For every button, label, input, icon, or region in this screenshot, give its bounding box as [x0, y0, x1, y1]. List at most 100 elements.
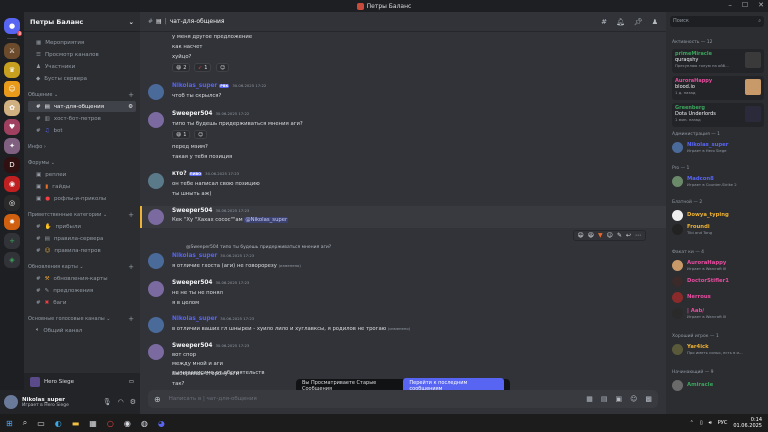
channel-rules-petrov[interactable]: # ☺ правила-петров: [28, 245, 136, 256]
message-author[interactable]: кто? ПИВО 30.06.2025 17:23: [172, 171, 239, 177]
channel-arrivals[interactable]: # ✋ прибыли: [28, 221, 136, 232]
reply-preview[interactable]: @Sweeper504 типо ты будешь придерживатьс…: [186, 245, 331, 250]
close-icon[interactable]: ✕: [758, 1, 764, 9]
server-icon[interactable]: ✿: [4, 100, 20, 116]
activity-card[interactable]: AuroraHappy blood.io 1 д. назад: [672, 76, 764, 100]
channel-bot[interactable]: # ♫ bot: [28, 125, 136, 136]
channel-map-updates[interactable]: # ⚒ обновления-карты: [28, 273, 136, 284]
server-icon[interactable]: ♛: [4, 62, 20, 78]
explorer-icon[interactable]: ▬: [72, 419, 80, 428]
more-icon[interactable]: ⋯: [635, 232, 641, 239]
message-author[interactable]: Sweeper504 30.06.2025 17:22: [172, 111, 249, 117]
member[interactable]: Froundi Tibi and Tong: [672, 222, 766, 236]
discover-icon[interactable]: ◈: [4, 252, 20, 268]
server-icon[interactable]: ♥: [4, 119, 20, 135]
avatar[interactable]: [148, 173, 164, 189]
activity-panel[interactable]: Hero Siege ▭: [24, 373, 140, 390]
reaction[interactable]: ➶ 1: [194, 63, 212, 72]
pin-icon[interactable]: 📌︎: [634, 18, 643, 26]
opera-icon[interactable]: ○: [107, 419, 114, 428]
volume-icon[interactable]: 🔊︎: [709, 420, 712, 426]
discord-icon[interactable]: ◕: [158, 419, 165, 428]
headphones-icon[interactable]: ◠: [118, 398, 124, 406]
threads-icon[interactable]: #: [601, 18, 607, 26]
reaction[interactable]: 😄︎ 1: [172, 130, 191, 139]
avatar[interactable]: [4, 395, 18, 409]
message-author[interactable]: Nikolas_super 30.06.2025 17:23: [172, 316, 254, 322]
category-private[interactable]: Приветственные категории ⌄ +: [24, 209, 140, 220]
category-info[interactable]: Инфо ›: [24, 141, 140, 152]
members-icon[interactable]: ♟: [652, 18, 658, 26]
search-icon[interactable]: ⌕: [23, 418, 27, 428]
channel-host-bot[interactable]: # ▥ хост-бот-петров: [28, 113, 136, 124]
avatar[interactable]: [148, 84, 164, 100]
member[interactable]: Madcon8 Играет в Counter-Strike 2: [672, 174, 766, 188]
member[interactable]: AuroraHappy Играет в Warcraft III: [672, 258, 766, 272]
add-reaction-button[interactable]: ☺: [194, 130, 208, 139]
sticker-icon[interactable]: ▣: [615, 395, 622, 403]
guild-header[interactable]: Петры Баланс ⌄: [24, 12, 140, 32]
language-indicator[interactable]: РУС: [718, 420, 728, 426]
network-icon[interactable]: ▯: [700, 420, 703, 426]
member[interactable]: Nerrous: [672, 290, 766, 304]
add-reaction-button[interactable]: ☺: [216, 63, 230, 72]
emoji-icon[interactable]: ☺: [630, 395, 637, 403]
server-icon[interactable]: ☺: [4, 81, 20, 97]
channel-bugs[interactable]: # ✖ баги: [28, 297, 136, 308]
nav-browse-channels[interactable]: ☰ Просмотр каналов: [28, 49, 136, 60]
message-author[interactable]: Nikolas_super 30.06.2025 17:23: [172, 253, 254, 259]
member[interactable]: Amiracle: [672, 378, 766, 392]
message-author[interactable]: Nikolas_super РВК 30.06.2025 17:22: [172, 83, 266, 89]
server-icon[interactable]: ◉: [4, 176, 20, 192]
edit-icon[interactable]: ✎: [617, 232, 622, 239]
avatar[interactable]: [148, 253, 164, 269]
avatar[interactable]: [148, 344, 164, 360]
activity-card[interactable]: primeMiracle quraqshy Пресуплаю голую на…: [672, 49, 764, 73]
member[interactable]: | Aab/Играет в Warcraft III: [672, 306, 766, 320]
gear-icon[interactable]: ⚙: [130, 398, 136, 406]
store-icon[interactable]: ▦: [89, 419, 97, 428]
channel-voice-general[interactable]: 🔈︎ Общий канал: [28, 325, 136, 336]
avatar[interactable]: [148, 317, 164, 333]
channel-rules[interactable]: # ▤ правила-сервера: [28, 233, 136, 244]
gift-icon[interactable]: ▦: [586, 395, 593, 403]
nav-boosts[interactable]: ◆ Бусты сервера: [28, 73, 136, 84]
message-composer[interactable]: ⊕ Написать в | чат-для-общения ▦ ▤ ▣ ☺ ▩: [148, 390, 658, 408]
channel-guides[interactable]: ▣ ▮ гайды: [28, 181, 136, 192]
reaction[interactable]: 😄︎ 2: [172, 63, 191, 72]
attach-plus-icon[interactable]: ⊕: [154, 395, 161, 404]
server-icon[interactable]: D: [4, 157, 20, 173]
channel-suggestions[interactable]: # ✎ предложения: [28, 285, 136, 296]
member[interactable]: Yar4ick Про иметь соньо, есть в и...: [672, 342, 766, 356]
channel-replays[interactable]: ▣ реплеи: [28, 169, 136, 180]
emoji-icon[interactable]: 😆︎: [588, 232, 594, 239]
controller-icon[interactable]: ▭: [129, 379, 134, 385]
add-reaction-icon[interactable]: ☺: [607, 232, 613, 239]
server-icon[interactable]: ✸: [4, 214, 20, 230]
server-icon[interactable]: ◎: [4, 195, 20, 211]
start-icon[interactable]: ⊞: [6, 419, 13, 428]
edge-icon[interactable]: ◐: [55, 419, 62, 428]
task-view-icon[interactable]: ▭: [37, 419, 45, 428]
category-voice[interactable]: Основные голосовые каналы ⌄ +: [24, 313, 140, 324]
microphone-icon[interactable]: 🎙︎: [103, 398, 112, 406]
emoji-icon[interactable]: ▼: [598, 232, 603, 239]
add-server-icon[interactable]: +: [4, 233, 20, 249]
nav-members[interactable]: ♟ Участники: [28, 61, 136, 72]
activity-card[interactable]: Greenberg Dota Underlords 1 мин. назад: [672, 103, 764, 127]
message-author[interactable]: Sweeper504 30.06.2025 17:23: [172, 208, 249, 214]
minimize-icon[interactable]: –: [728, 1, 732, 9]
add-channel-icon[interactable]: +: [128, 91, 134, 99]
chevron-up-icon[interactable]: ⌃: [690, 420, 694, 426]
message-input[interactable]: Написать в | чат-для-общения: [169, 396, 257, 402]
avatar[interactable]: [148, 112, 164, 128]
search-input[interactable]: Поиск ⌕: [670, 16, 764, 27]
steam-icon[interactable]: ◉: [124, 419, 131, 428]
app-icon[interactable]: ◍: [141, 419, 148, 428]
bell-icon[interactable]: 🔔︎: [616, 18, 625, 26]
nav-events[interactable]: ▦ Мероприятия: [28, 37, 136, 48]
reply-icon[interactable]: ↩: [626, 232, 631, 239]
message-author[interactable]: Sweeper504 30.06.2025 17:23: [172, 280, 249, 286]
gif-icon[interactable]: ▤: [601, 395, 608, 403]
gear-icon[interactable]: ⚙: [128, 104, 133, 110]
